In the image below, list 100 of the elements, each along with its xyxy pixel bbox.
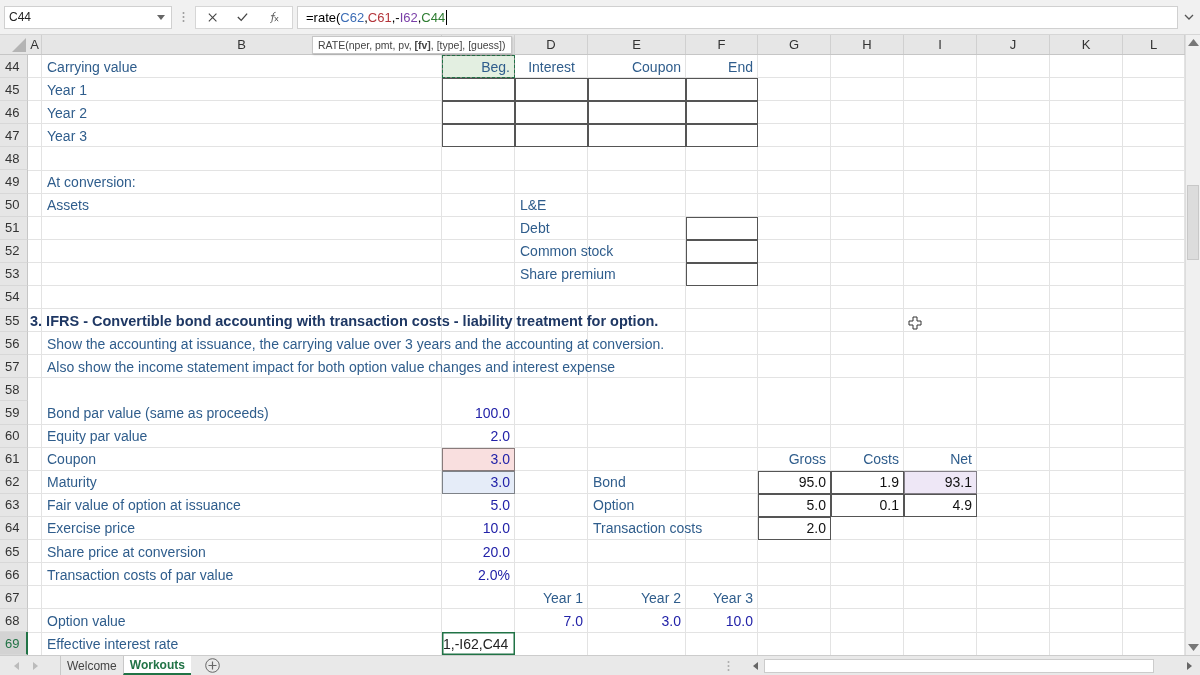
row-header[interactable]: 61 (0, 447, 28, 471)
column-header[interactable]: F (686, 35, 758, 54)
cell-label: Year 1 (47, 81, 87, 98)
row-header[interactable]: 48 (0, 147, 28, 171)
cell-editor[interactable]: 1,-I62,C44 (442, 632, 515, 655)
cell-label: Year 2 (47, 104, 87, 121)
table-cell (686, 239, 758, 263)
cell-label: Costs (863, 451, 899, 468)
row-header[interactable]: 65 (0, 539, 28, 564)
column-header[interactable]: E (588, 35, 686, 54)
cell-label: Interest (528, 58, 575, 75)
cell-label: Gross (788, 451, 826, 468)
cell-label: Maturity (47, 474, 97, 491)
section-title: 3. IFRS - Convertible bond accounting with transaction costs - liability treatment for option. (30, 312, 659, 329)
cell-label: Transaction costs (593, 520, 703, 537)
cursor-icon (908, 316, 922, 330)
input-value: 100.0 (474, 404, 510, 421)
table-cell (686, 78, 758, 102)
name-box[interactable]: C44 (4, 5, 172, 29)
cell-label: Show the accounting at issuance, the carrying value over 3 years and the accounting at conversion. (47, 335, 665, 352)
row-header[interactable]: 67 (0, 586, 28, 610)
cell-label: Assets (47, 197, 89, 214)
scroll-left-icon[interactable] (753, 661, 758, 670)
row-header[interactable]: 53 (0, 262, 28, 286)
chevron-icon[interactable] (1184, 14, 1194, 20)
row-header[interactable]: 56 (0, 332, 28, 356)
row-header[interactable]: 68 (0, 609, 28, 633)
sheet-tab[interactable]: Workouts (122, 656, 191, 675)
function-tooltip: RATE(nper, pmt, pv, [fv], [type], [guess]) (312, 36, 512, 54)
column-header[interactable]: G (758, 35, 831, 54)
cell-label: Coupon (631, 58, 681, 75)
table-cell: 95.0 (758, 470, 831, 494)
column-header[interactable]: H (831, 35, 904, 54)
table-cell: Beg. (442, 55, 515, 79)
row-header[interactable]: 55 (0, 309, 28, 333)
input-value: 10.0 (482, 520, 510, 537)
input-value: 7.0 (563, 612, 583, 629)
row-header[interactable]: 59 (0, 401, 28, 425)
row-header[interactable]: 54 (0, 285, 28, 310)
row-header[interactable]: 50 (0, 193, 28, 217)
add-sheet-icon[interactable] (204, 658, 220, 673)
cell-label: Share premium (520, 266, 616, 283)
cell-label: Year 3 (47, 127, 87, 144)
input-value: 20.0 (482, 543, 510, 560)
input-value: 2.0% (478, 566, 510, 583)
cell-label: Equity par value (47, 428, 148, 445)
table-cell: 2.0 (758, 516, 831, 540)
row-header[interactable]: 63 (0, 493, 28, 517)
cell-label: Bond par value (same as proceeds) (47, 404, 269, 421)
cell-label: Also show the income statement impact for both option value changes and interest expense (47, 358, 616, 375)
cancel-icon[interactable] (208, 11, 218, 23)
caret-icon[interactable] (157, 14, 165, 20)
table-cell (686, 216, 758, 240)
table-cell: 3.0 (442, 447, 515, 471)
row-header[interactable]: 57 (0, 355, 28, 379)
input-value: 3.0 (661, 612, 681, 629)
formula-field[interactable]: =rate(C62,C61,-I62,C44 (297, 5, 1178, 29)
row-header[interactable]: 60 (0, 424, 28, 448)
grip-icon (182, 11, 185, 23)
column-header[interactable]: A (28, 35, 42, 54)
row-header[interactable]: 45 (0, 78, 28, 102)
function-icon[interactable] (268, 10, 280, 24)
cell-label: Carrying value (47, 58, 138, 75)
scroll-thumb[interactable] (764, 658, 1154, 673)
column-header[interactable]: J (977, 35, 1050, 54)
row-header[interactable]: 62 (0, 470, 28, 494)
scroll-down-icon[interactable] (1187, 644, 1199, 651)
table-cell: 3.0 (442, 470, 515, 494)
cell-label: Bond (593, 474, 626, 491)
cell-label: Option (593, 497, 635, 514)
table-cell (686, 124, 758, 148)
input-value: 5.0 (490, 497, 510, 514)
row-header[interactable]: 51 (0, 216, 28, 240)
cell-label: Year 3 (713, 589, 753, 606)
table-cell: 93.1 (904, 470, 977, 494)
row-header[interactable]: 69 (0, 632, 28, 655)
checkmark-icon[interactable] (237, 12, 249, 22)
row-header[interactable]: 47 (0, 124, 28, 148)
grip-icon[interactable] (727, 659, 730, 672)
scroll-up-icon[interactable] (1187, 39, 1199, 46)
cell-label: Exercise price (47, 520, 135, 537)
table-cell: 1.9 (831, 470, 904, 494)
column-header[interactable]: K (1050, 35, 1123, 54)
table-cell: 4.9 (904, 493, 977, 517)
input-value: 2.0 (490, 428, 510, 445)
scroll-thumb[interactable] (1187, 185, 1199, 260)
cell-label: End (728, 58, 753, 75)
cell-label: Transaction costs of par value (47, 566, 234, 583)
column-header[interactable]: D (515, 35, 588, 54)
column-header[interactable]: I (904, 35, 977, 54)
row-header[interactable]: 49 (0, 170, 28, 194)
row-header[interactable]: 64 (0, 516, 28, 540)
scroll-right-icon[interactable] (1187, 661, 1192, 670)
row-header[interactable]: 46 (0, 101, 28, 125)
row-header[interactable]: 44 (0, 55, 28, 79)
row-header[interactable]: 52 (0, 239, 28, 263)
row-header[interactable]: 66 (0, 563, 28, 587)
cell-label: Effective interest rate (47, 635, 179, 652)
row-header[interactable]: 58 (0, 378, 28, 402)
input-value: 10.0 (725, 612, 753, 629)
